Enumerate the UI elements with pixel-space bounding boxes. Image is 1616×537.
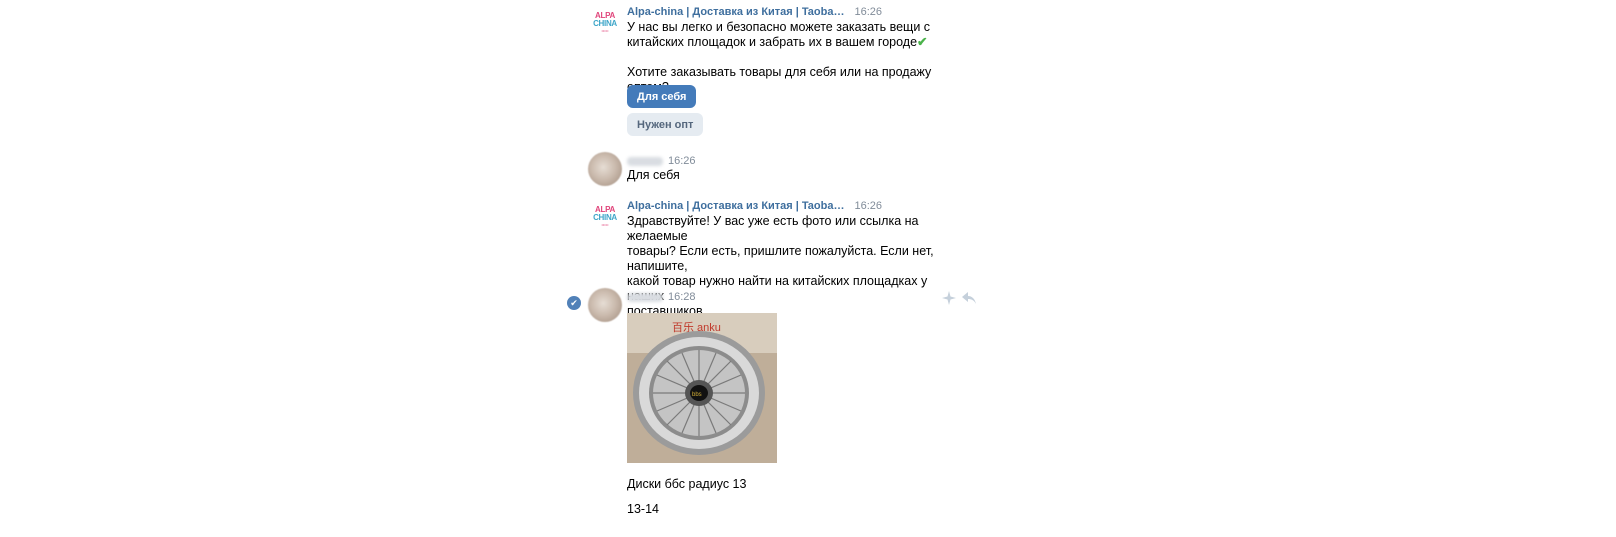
blurred-username — [627, 292, 663, 302]
message-time[interactable]: 16:28 — [668, 291, 696, 303]
brand-avatar-icon[interactable]: ALPA CHINA ••••• — [588, 199, 622, 233]
user-avatar[interactable] — [588, 288, 622, 322]
blurred-username — [627, 156, 663, 166]
wheel-photo[interactable]: 百乐 anku bbs — [627, 313, 777, 463]
need-wholesale-button[interactable]: Нужен опт — [627, 113, 704, 136]
read-check-icon: ✔ — [567, 296, 581, 310]
photo-caption: Диски ббс радиус 13 — [627, 477, 747, 491]
photo-caption: 13-14 — [627, 502, 659, 516]
author-name[interactable]: Alpa-china | Доставка из Китая | Taoba… — [627, 6, 844, 18]
message-time[interactable]: 16:26 — [854, 200, 882, 212]
brand-avatar-icon[interactable]: ALPA CHINA ••••• — [588, 5, 622, 39]
checkmark-icon: ✔ — [917, 35, 928, 49]
message-time[interactable]: 16:26 — [668, 155, 696, 167]
message-header: Alpa-china | Доставка из Китая | Taoba… … — [627, 4, 882, 20]
message-header: 16:26 — [627, 153, 696, 169]
message-text: Для себя — [627, 168, 680, 182]
reply-icon[interactable] — [961, 290, 977, 306]
svg-text:bbs: bbs — [692, 392, 702, 398]
message-header: 16:28 — [627, 289, 696, 305]
author-name[interactable]: Alpa-china | Доставка из Китая | Taoba… — [627, 200, 844, 212]
for-self-button[interactable]: Для себя — [627, 85, 697, 108]
message-time[interactable]: 16:26 — [854, 6, 882, 18]
user-avatar[interactable] — [588, 152, 622, 186]
message-text: У нас вы легко и безопасно можете заказа… — [627, 20, 932, 94]
message-header: Alpa-china | Доставка из Китая | Taoba… … — [627, 198, 882, 214]
sparkle-icon[interactable] — [941, 290, 957, 306]
